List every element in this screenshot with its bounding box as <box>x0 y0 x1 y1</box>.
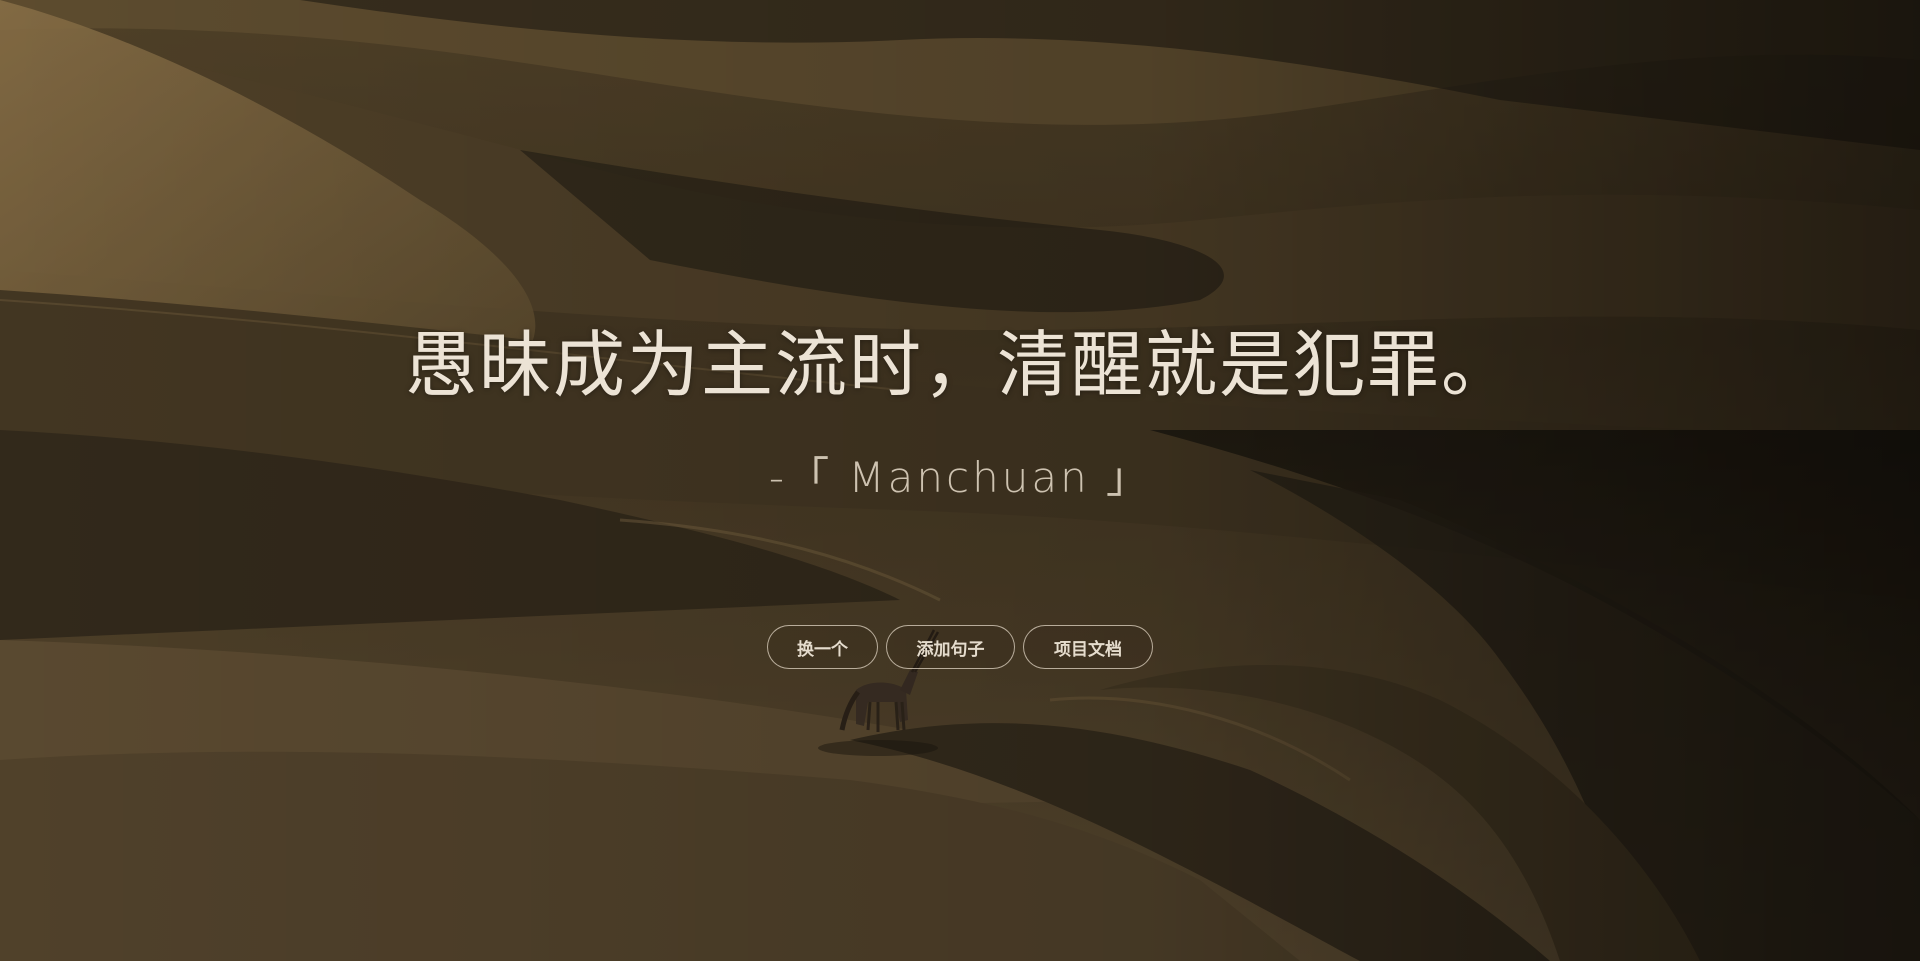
quote-text: 愚昧成为主流时，清醒就是犯罪。 <box>404 323 1515 407</box>
quote-author: -「 Manchuan 」 <box>768 453 1152 502</box>
project-docs-button[interactable]: 项目文档 <box>1023 625 1153 669</box>
next-quote-button[interactable]: 换一个 <box>767 625 878 669</box>
action-buttons: 换一个 添加句子 项目文档 <box>0 625 1920 669</box>
add-quote-button[interactable]: 添加句子 <box>886 625 1015 669</box>
page: 愚昧成为主流时，清醒就是犯罪。 -「 Manchuan 」 换一个 添加句子 项… <box>0 0 1920 961</box>
